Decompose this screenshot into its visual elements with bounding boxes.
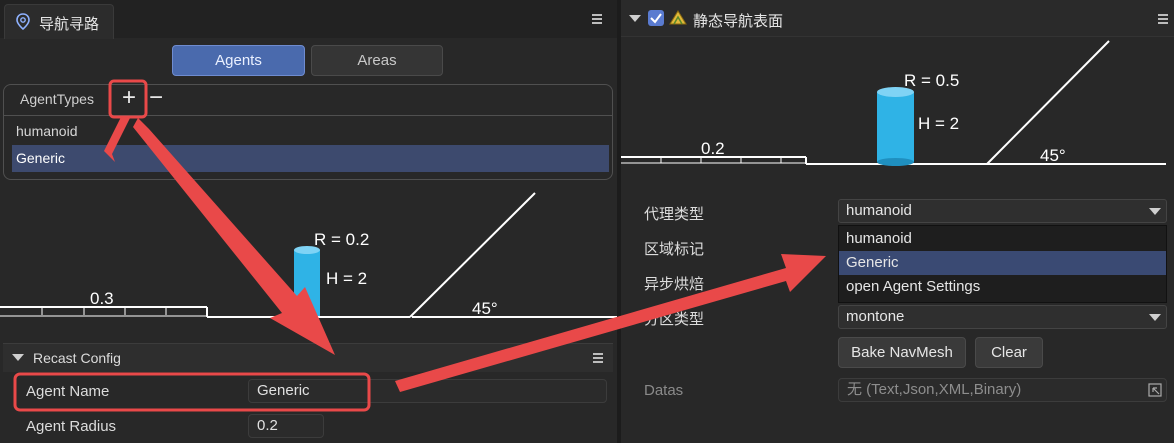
agent-name-highlight [13, 372, 371, 412]
arrow-to-generic [104, 117, 130, 162]
add-button-highlight [108, 79, 148, 119]
arrow-to-dropdown [395, 254, 826, 392]
annotation-overlay [13, 79, 826, 412]
arrow-to-recast-config [133, 118, 335, 355]
